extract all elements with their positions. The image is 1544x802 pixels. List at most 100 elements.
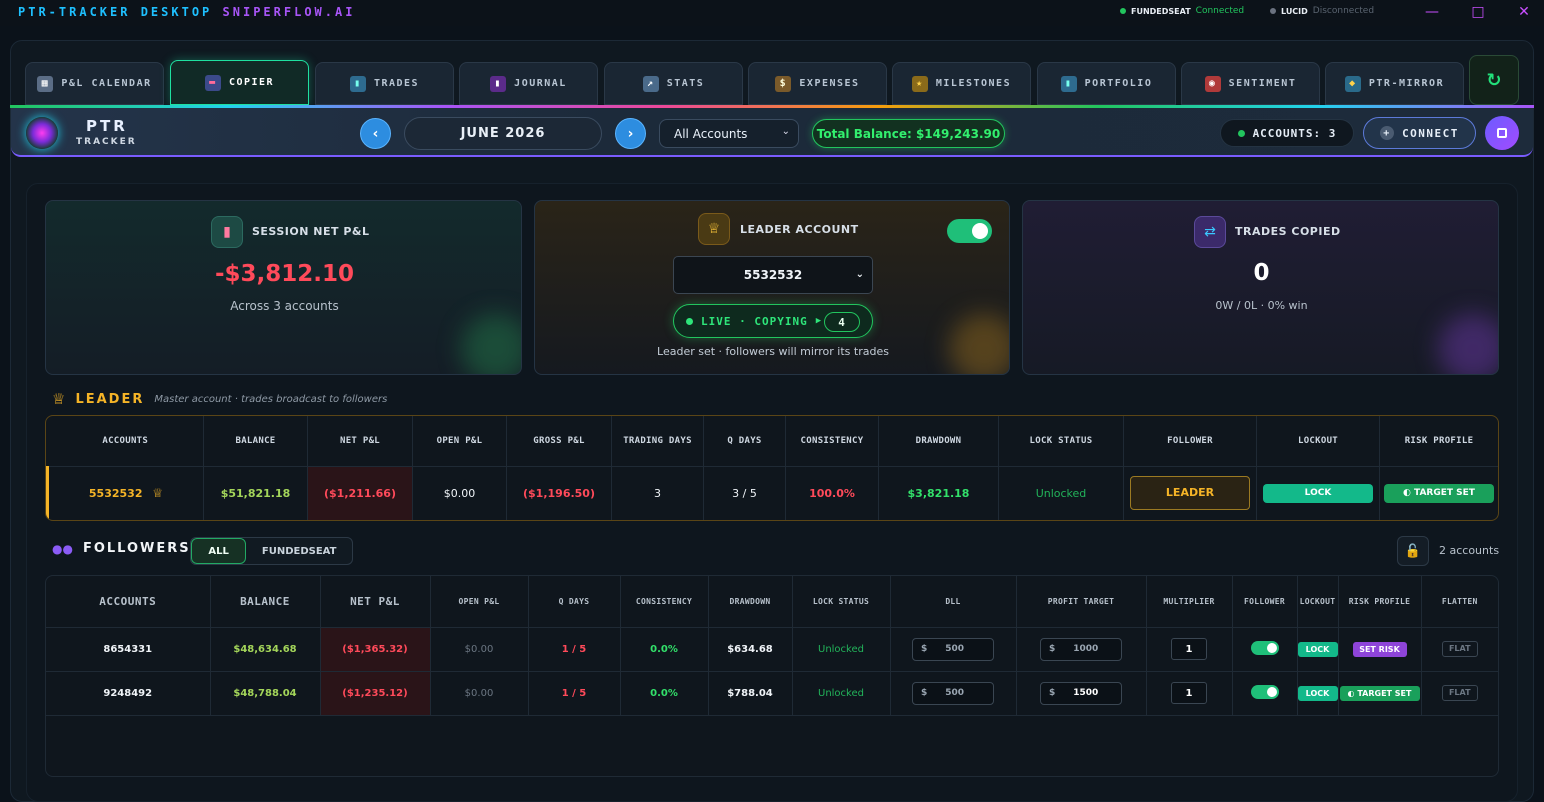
account-filter-value: All Accounts	[674, 126, 748, 141]
multiplier-input[interactable]: 1	[1171, 638, 1207, 660]
follower-cell: LEADER	[1123, 466, 1257, 520]
half-circle-icon: ◐	[1403, 487, 1411, 498]
refresh-icon[interactable]: ↻	[1469, 55, 1519, 105]
account-filter-select[interactable]: All Accounts ⌄	[659, 119, 799, 148]
balance-cell: $48,788.04	[210, 671, 321, 716]
followers-table: ACCOUNTS BALANCE NET P&L OPEN P&L Q DAYS…	[45, 575, 1499, 777]
column-header: Q DAYS	[703, 416, 786, 467]
maximize-icon[interactable]: □	[1468, 4, 1488, 20]
logo-title: PTR	[86, 117, 128, 135]
status-dot-icon	[1120, 8, 1126, 14]
follower-cell	[1232, 671, 1298, 716]
risk-profile-cell: ◐ TARGET SET	[1338, 671, 1422, 716]
drawdown-cell: $634.68	[708, 627, 793, 672]
user-avatar-button[interactable]	[1485, 116, 1519, 150]
connect-button[interactable]: + CONNECT	[1363, 117, 1476, 149]
close-icon[interactable]: ✕	[1514, 4, 1534, 20]
status-dot-icon	[1237, 129, 1245, 137]
tab-portfolio[interactable]: ▮ PORTFOLIO	[1037, 62, 1176, 105]
tab-label: JOURNAL	[514, 78, 567, 89]
trades-copied-value: 0	[1253, 260, 1270, 286]
open-pl-cell: $0.00	[412, 466, 507, 520]
flat-button[interactable]: FLAT	[1441, 685, 1478, 701]
chart-icon: ▮	[211, 216, 243, 248]
lock-button[interactable]: LOCK	[1297, 685, 1338, 701]
unlock-all-icon[interactable]: 🔓	[1397, 536, 1429, 566]
sync-icon: ⇄	[1194, 216, 1226, 248]
net-pl-cell: ($1,365.32)	[320, 627, 431, 672]
portfolio-icon: ▮	[1060, 75, 1077, 92]
set-risk-button[interactable]: SET RISK	[1352, 641, 1407, 657]
risk-profile-label: TARGET SET	[1357, 688, 1412, 698]
next-month-button[interactable]: ›	[615, 118, 646, 149]
column-header: LOCK STATUS	[792, 576, 891, 628]
multiplier-input[interactable]: 1	[1171, 682, 1207, 704]
lockout-cell: LOCK	[1297, 627, 1339, 672]
tab-label: PORTFOLIO	[1084, 78, 1153, 89]
net-pl-cell: ($1,211.66)	[307, 466, 413, 520]
minimize-icon[interactable]: —	[1422, 4, 1442, 20]
tab-trades[interactable]: ▮ TRADES	[315, 62, 454, 105]
prev-month-button[interactable]: ‹	[360, 118, 391, 149]
tab-pl-calendar[interactable]: ▦ P&L CALENDAR	[25, 62, 164, 105]
tab-ptr-mirror[interactable]: ◆ PTR-MIRROR	[1325, 62, 1464, 105]
tab-expenses[interactable]: $ EXPENSES	[748, 62, 887, 105]
copier-icon: ▬	[204, 74, 221, 91]
currency-prefix: $	[921, 644, 928, 654]
target-set-button[interactable]: ◐ TARGET SET	[1339, 685, 1420, 701]
logo-subtitle: TRACKER	[76, 137, 137, 147]
flatten-cell: FLAT	[1421, 627, 1498, 672]
card-title: SESSION NET P&L	[252, 225, 370, 238]
copier-enable-toggle[interactable]	[947, 219, 992, 243]
connect-label: CONNECT	[1402, 126, 1459, 140]
consistency-cell: 100.0%	[785, 466, 879, 520]
tab-stats[interactable]: ↗ STATS	[604, 62, 743, 105]
live-label: LIVE · COPYING	[701, 314, 808, 328]
lock-button[interactable]: LOCK	[1297, 641, 1338, 657]
book-icon: ▮	[490, 75, 507, 92]
dll-input[interactable]: $500	[912, 681, 994, 705]
app-title: PTR-TRACKER DESKTOP SNIPERFLOW.AI	[18, 5, 356, 19]
risk-profile-label: TARGET SET	[1414, 487, 1475, 498]
dll-value: 500	[945, 644, 965, 654]
open-pl-cell: $0.00	[430, 627, 529, 672]
account-id: 5532532	[88, 487, 143, 501]
leader-note: Leader set · followers will mirror its t…	[657, 345, 889, 358]
column-header: BALANCE	[203, 416, 308, 467]
flat-button[interactable]: FLAT	[1441, 641, 1478, 657]
crown-icon: ♕	[52, 390, 66, 408]
q-days-cell: 1 / 5	[528, 627, 621, 672]
trades-copied-card: ⇄ TRADES COPIED 0 0W / 0L · 0% win	[1022, 200, 1499, 375]
follower-toggle[interactable]	[1250, 684, 1279, 699]
section-title: FOLLOWERS	[82, 541, 191, 556]
chevron-down-icon: ⌄	[781, 126, 790, 137]
leader-account-select[interactable]: 5532532 ⌄	[673, 256, 873, 294]
follower-toggle[interactable]	[1250, 640, 1279, 655]
dll-input[interactable]: $500	[912, 637, 994, 661]
balance-cell: $48,634.68	[210, 627, 321, 672]
tab-sentiment[interactable]: ◉ SENTIMENT	[1181, 62, 1320, 105]
column-header: LOCKOUT	[1297, 576, 1339, 628]
account-cell: 9248492	[46, 671, 211, 716]
tab-label: SENTIMENT	[1228, 78, 1297, 89]
tab-copier[interactable]: ▬ COPIER	[170, 60, 309, 105]
tab-label: COPIER	[228, 77, 275, 88]
column-header: DLL	[890, 576, 1017, 628]
lock-button[interactable]: LOCK	[1263, 483, 1373, 503]
tab-journal[interactable]: ▮ JOURNAL	[459, 62, 598, 105]
column-header: ACCOUNTS	[47, 416, 204, 467]
leader-account-card: ♕ LEADER ACCOUNT 5532532 ⌄ LIVE · COPYING…	[534, 200, 1010, 375]
profit-target-input[interactable]: $1000	[1040, 637, 1122, 661]
leader-button[interactable]: LEADER	[1130, 476, 1250, 511]
filter-tab-all[interactable]: ALL	[191, 538, 247, 564]
dll-cell: $500	[890, 671, 1017, 716]
profit-target-input[interactable]: $1500	[1040, 681, 1122, 705]
target-set-button[interactable]: ◐ TARGET SET	[1384, 483, 1494, 503]
tab-milestones[interactable]: ★ MILESTONES	[892, 62, 1031, 105]
tab-label: PTR-MIRROR	[1368, 78, 1445, 89]
filter-tab-fundedseat[interactable]: FUNDEDSEAT	[246, 538, 352, 564]
table-row: 9248492 $48,788.04 ($1,235.12) $0.00 1 /…	[46, 671, 1498, 716]
lucid-connection-status: LUCID Disconnected	[1270, 6, 1374, 16]
currency-prefix: $	[921, 688, 928, 698]
leader-table: ACCOUNTS BALANCE NET P&L OPEN P&L GROSS …	[45, 415, 1499, 521]
